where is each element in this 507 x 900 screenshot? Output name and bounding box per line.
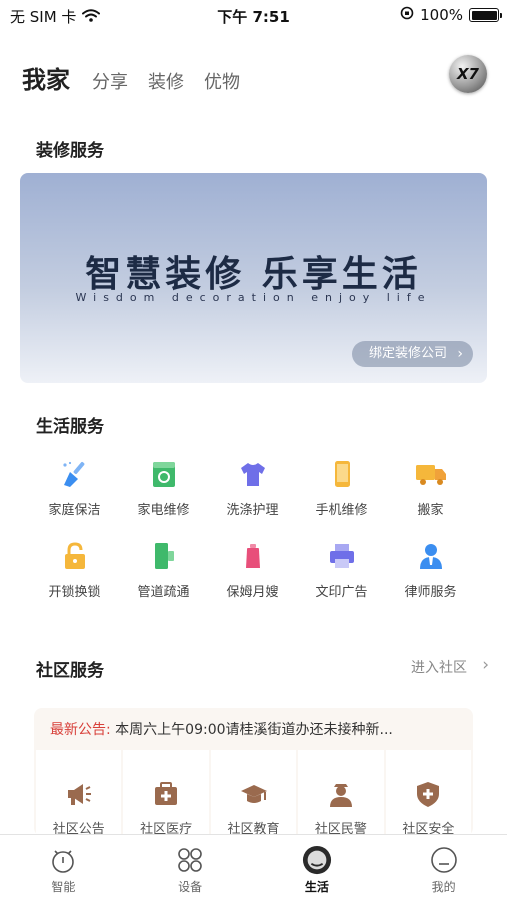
lawyer-icon <box>415 540 447 572</box>
service-label: 律师服务 <box>404 585 457 600</box>
tshirt-icon <box>237 458 269 490</box>
megaphone-icon <box>65 780 93 808</box>
top-nav: 我家 分享 装修 优物 <box>22 60 240 95</box>
banner-subtitle: Wisdom decoration enjoy life <box>75 291 432 304</box>
status-right: 100% <box>400 6 502 24</box>
bottom-tab-bar: 智能 设备 生活 我的 <box>0 834 507 900</box>
community-security[interactable]: 社区安全 <box>385 750 472 836</box>
tab-mine[interactable]: 我的 <box>380 835 507 900</box>
washing-machine-icon <box>148 458 180 490</box>
tab-label: 智能 <box>51 880 76 894</box>
tab-label: 我的 <box>431 880 456 894</box>
service-pipe-dredging[interactable]: 管道疏通 <box>119 540 208 600</box>
community-card: 最新公告: 本周六上午09:00请桂溪街道办还未接种新... 社区公告 社区医疗… <box>34 708 473 836</box>
community-police[interactable]: 社区民警 <box>298 750 384 836</box>
tab-label: 设备 <box>178 880 203 894</box>
chevron-right-icon: › <box>457 346 463 362</box>
decoration-section-title: 装修服务 <box>36 141 104 161</box>
shield-icon <box>414 780 442 808</box>
community-services-row: 社区公告 社区医疗 社区教育 社区民警 社区安全 <box>36 750 472 836</box>
service-label: 文印广告 <box>315 585 368 600</box>
tab-share[interactable]: 分享 <box>92 68 128 94</box>
service-appliance-repair[interactable]: 家电维修 <box>119 458 208 518</box>
tab-goods[interactable]: 优物 <box>204 68 240 94</box>
life-services-grid: 家庭保洁 家电维修 洗涤护理 手机维修 搬家 开锁换锁 管道疏通 保姆月嫂 文印… <box>30 458 476 600</box>
notice-label: 最新公告: <box>50 722 111 738</box>
battery-percent: 100% <box>420 6 463 24</box>
enter-community-label: 进入社区 <box>411 660 467 676</box>
bind-decoration-company-button[interactable]: 绑定装修公司 › <box>351 341 473 367</box>
service-phone-repair[interactable]: 手机维修 <box>297 458 386 518</box>
chevron-right-icon: › <box>482 655 489 675</box>
status-bar: 无 SIM 卡 下午 7:51 100% <box>0 0 507 30</box>
police-icon <box>327 780 355 808</box>
service-label: 开锁换锁 <box>48 585 101 600</box>
pipe-icon <box>148 540 180 572</box>
orientation-lock-icon <box>400 6 414 24</box>
tab-life[interactable]: 生活 <box>254 835 381 900</box>
service-label: 家电维修 <box>137 503 190 518</box>
smart-robot-icon <box>48 845 78 875</box>
notice-text: 本周六上午09:00请桂溪街道办还未接种新... <box>115 722 393 738</box>
printer-icon <box>326 540 358 572</box>
decoration-banner[interactable]: 智慧装修 乐享生活 Wisdom decoration enjoy life 绑… <box>20 173 487 383</box>
battery-icon <box>469 8 502 22</box>
service-home-cleaning[interactable]: 家庭保洁 <box>30 458 119 518</box>
enter-community-link[interactable]: 进入社区 › <box>411 655 489 677</box>
tab-label: 生活 <box>304 880 329 894</box>
service-print-ads[interactable]: 文印广告 <box>297 540 386 600</box>
service-lawyer[interactable]: 律师服务 <box>386 540 475 600</box>
community-medical[interactable]: 社区医疗 <box>123 750 209 836</box>
service-label: 手机维修 <box>315 503 368 518</box>
service-laundry-care[interactable]: 洗涤护理 <box>208 458 297 518</box>
avatar[interactable]: X7 <box>449 55 487 93</box>
community-section-title: 社区服务 <box>36 661 104 681</box>
life-services-section-title: 生活服务 <box>36 417 104 437</box>
graduation-cap-icon <box>240 780 268 808</box>
bottle-icon <box>237 540 269 572</box>
banner-title: 智慧装修 乐享生活 <box>85 254 422 295</box>
service-label: 家庭保洁 <box>48 503 101 518</box>
medical-kit-icon <box>152 780 180 808</box>
tab-devices[interactable]: 设备 <box>127 835 254 900</box>
broom-icon <box>59 458 91 490</box>
service-label: 保姆月嫂 <box>226 585 279 600</box>
service-label: 管道疏通 <box>137 585 190 600</box>
tab-my-home[interactable]: 我家 <box>22 60 70 95</box>
truck-icon <box>415 458 447 490</box>
service-moving[interactable]: 搬家 <box>386 458 475 518</box>
bind-button-label: 绑定装修公司 <box>368 346 447 361</box>
service-nanny[interactable]: 保姆月嫂 <box>208 540 297 600</box>
service-label: 洗涤护理 <box>226 503 279 518</box>
community-notice[interactable]: 最新公告: 本周六上午09:00请桂溪街道办还未接种新... <box>50 719 393 739</box>
tab-decoration[interactable]: 装修 <box>148 68 184 94</box>
service-label: 搬家 <box>417 503 444 518</box>
phone-icon <box>326 458 358 490</box>
life-icon <box>302 845 332 875</box>
community-announcement[interactable]: 社区公告 <box>36 750 122 836</box>
tab-smart[interactable]: 智能 <box>0 835 127 900</box>
community-education[interactable]: 社区教育 <box>210 750 297 836</box>
profile-icon <box>429 845 459 875</box>
devices-grid-icon <box>175 845 205 875</box>
service-locksmith[interactable]: 开锁换锁 <box>30 540 119 600</box>
lock-icon <box>59 540 91 572</box>
